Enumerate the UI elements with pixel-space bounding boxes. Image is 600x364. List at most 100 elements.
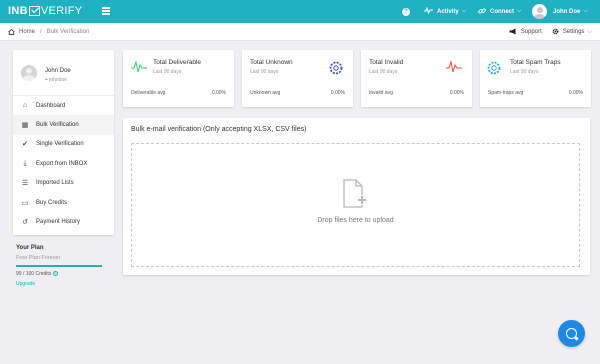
plan-name: Free Plan Forever [16, 255, 61, 261]
gear-icon [328, 60, 344, 75]
profile-name: John Doe [45, 68, 71, 74]
credit-card-icon: ▭ [21, 199, 29, 207]
file-dropzone[interactable]: Drop files here to upload [131, 143, 580, 267]
pulse-icon [446, 60, 462, 74]
chat-bubble-icon [566, 328, 577, 339]
megaphone-icon [509, 28, 517, 37]
stat-card-deliverable: Total Deliverable Last 90 days Deliverab… [123, 50, 234, 107]
stat-card-unknown: Total Unknown Last 90 days Unknown avg 0… [242, 50, 353, 107]
settings-label: Settings [562, 29, 585, 35]
stat-footer: Unknown avg 0.00% [250, 90, 345, 96]
stat-subtitle: Last 90 days [250, 69, 279, 75]
logo-text-right: VERIFY [40, 5, 83, 17]
chevron-down-icon: ⌵ [583, 8, 588, 14]
plan-panel: Your Plan Free Plan Forever 99 / 100 Cre… [16, 245, 104, 287]
hamburger-menu-icon[interactable] [102, 7, 110, 15]
sidebar-item-single-verification[interactable]: ✔ Single Verification [13, 135, 114, 154]
credits-count: 99 / 100 Credits [16, 271, 52, 277]
location-pin-icon: ⌖ [45, 77, 48, 83]
stat-card-spam-traps: Total Spam Traps Last 90 days Spam-traps… [480, 50, 591, 107]
stat-subtitle: Last 90 days [369, 69, 398, 75]
activity-menu[interactable]: Activity ⌵ [424, 0, 466, 23]
connect-label: Connect [490, 8, 514, 15]
sidebar-item-bulk-verification[interactable]: ▦ Bulk Verification [13, 115, 114, 135]
breadcrumb-current: Bulk Verification [46, 29, 90, 35]
stat-footer: Deliverable avg 0.00% [131, 90, 226, 96]
check-icon: ✔ [22, 141, 28, 149]
sidebar-item-label: Dashboard [36, 102, 66, 109]
stat-footer: Invalid avg 0.00% [369, 90, 464, 96]
sidebar-item-label: Imported Lists [36, 180, 74, 187]
sidebar-item-payment-history[interactable]: ↺ Payment History [13, 212, 114, 231]
chevron-down-icon: ⌵ [517, 8, 522, 14]
sidebar: John Doe ⌖ johndoe ⌂ Dashboard ▦ Bulk Ve… [13, 50, 114, 235]
chat-button[interactable] [558, 320, 585, 347]
logo-checkbox-icon [28, 6, 40, 16]
avatar [532, 4, 547, 19]
link-icon [478, 7, 486, 17]
home-icon[interactable] [8, 28, 15, 35]
sidebar-item-export-from-inbox[interactable]: ⤓ Export from INBOX [13, 154, 114, 173]
user-menu[interactable]: John Doe ⌵ [532, 0, 588, 23]
avatar [21, 65, 37, 81]
profile-username: johndoe [49, 77, 68, 83]
support-link[interactable]: Support [509, 28, 542, 37]
stat-subtitle: Last 90 days [510, 69, 539, 75]
profile-meta: ⌖ johndoe [45, 77, 67, 83]
stat-footer-label: Deliverable avg [131, 90, 166, 96]
activity-label: Activity [437, 8, 459, 15]
sidebar-menu: ⌂ Dashboard ▦ Bulk Verification ✔ Single… [13, 96, 114, 232]
breadcrumb-separator: / [40, 29, 42, 35]
top-bar: INB VERIFY ? Activity ⌵ Connect ⌵ John D… [0, 0, 600, 23]
chevron-down-icon: ⌵ [587, 28, 592, 35]
chevron-down-icon: ⌵ [461, 8, 467, 14]
bulk-upload-panel: Bulk e-mail verification (Only accepting… [123, 118, 590, 275]
question-icon: ? [402, 7, 410, 16]
stat-subtitle: Last 90 days [153, 69, 182, 75]
stat-footer-label: Spam-traps avg [488, 90, 524, 96]
sidebar-profile: John Doe ⌖ johndoe [13, 50, 114, 96]
sidebar-item-buy-credits[interactable]: ▭ Buy Credits [13, 193, 114, 212]
stat-footer-label: Invalid avg [369, 90, 393, 96]
logo-text-left: INB [8, 5, 28, 17]
stat-footer-value: 0.00% [449, 90, 464, 96]
connect-menu[interactable]: Connect ⌵ [478, 0, 522, 23]
breadcrumb-bar: Home / Bulk Verification Support Setting… [0, 23, 600, 41]
sidebar-item-imported-lists[interactable]: ☰ Imported Lists [13, 174, 114, 193]
stat-card-invalid: Total Invalid Last 90 days Invalid avg 0… [361, 50, 472, 107]
stat-title: Total Deliverable [153, 59, 202, 66]
settings-menu[interactable]: Settings ⌵ [552, 28, 592, 37]
help-icon[interactable]: ? [52, 271, 58, 277]
breadcrumb: Home / Bulk Verification [8, 23, 89, 41]
support-label: Support [520, 29, 542, 35]
credits-text: 99 / 100 Credits ? [16, 271, 104, 277]
gear-icon [552, 28, 559, 37]
list-icon: ☰ [21, 180, 29, 188]
breadcrumb-home[interactable]: Home [19, 29, 35, 35]
stat-footer-value: 0.00% [330, 90, 345, 96]
file-add-icon [342, 179, 368, 209]
activity-pulse-icon [424, 6, 433, 16]
stat-footer-value: 0.00% [211, 90, 226, 96]
sidebar-item-label: Single Verification [36, 141, 84, 148]
sidebar-item-label: Export from INBOX [36, 160, 88, 167]
app-logo[interactable]: INB VERIFY [8, 5, 82, 17]
stat-title: Total Unknown [250, 59, 293, 66]
history-icon: ↺ [22, 219, 28, 227]
gear-icon [486, 60, 502, 75]
sidebar-item-label: Bulk Verification [36, 122, 79, 129]
stat-footer-value: 0.00% [568, 90, 583, 96]
header-links: Support Settings ⌵ [499, 23, 592, 41]
sidebar-item-label: Buy Credits [36, 199, 68, 206]
dropzone-message: Drop files here to upload [317, 217, 394, 224]
credits-progress-bar [16, 265, 103, 267]
sidebar-item-dashboard[interactable]: ⌂ Dashboard [13, 96, 114, 115]
home-icon: ⌂ [22, 102, 28, 110]
upgrade-link[interactable]: Upgrade [16, 281, 104, 287]
help-button[interactable]: ? [402, 0, 410, 23]
download-tray-icon: ⤓ [23, 159, 27, 167]
upload-title: Bulk e-mail verification (Only accepting… [131, 126, 307, 133]
stat-footer: Spam-traps avg 0.00% [488, 90, 583, 96]
table-icon: ▦ [21, 122, 29, 130]
stat-title: Total Invalid [369, 59, 404, 66]
